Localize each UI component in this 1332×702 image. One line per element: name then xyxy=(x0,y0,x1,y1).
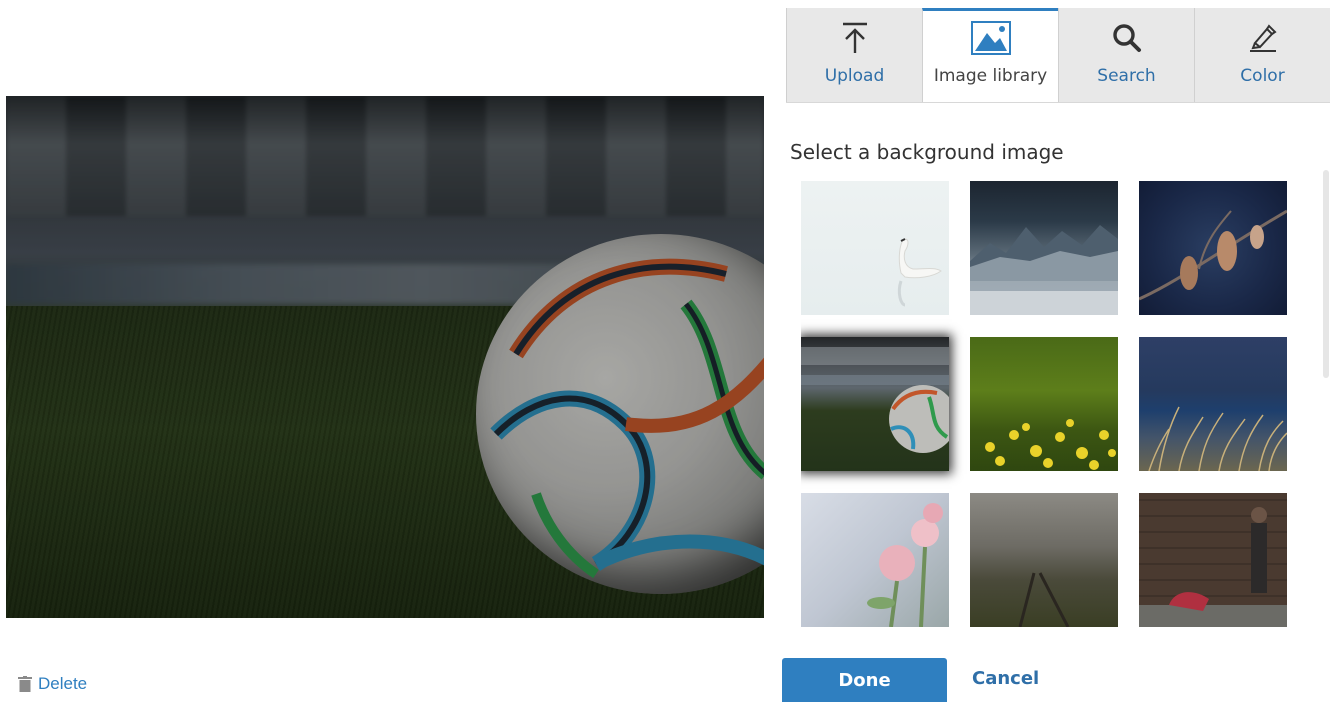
upload-icon xyxy=(842,18,868,58)
tab-upload-label: Upload xyxy=(824,66,885,86)
thumbnail-yellow-flowers[interactable] xyxy=(970,337,1118,471)
color-picker-icon xyxy=(1248,18,1278,58)
tab-color[interactable]: Color xyxy=(1194,8,1330,102)
tab-color-label: Color xyxy=(1240,66,1285,86)
tab-search[interactable]: Search xyxy=(1058,8,1194,102)
search-icon xyxy=(1112,18,1142,58)
thumbnail-roses[interactable] xyxy=(801,493,949,627)
cancel-button[interactable]: Cancel xyxy=(972,668,1039,689)
image-library-grid xyxy=(801,181,1301,627)
thumbnail-street-musician[interactable] xyxy=(1139,493,1287,627)
trash-icon xyxy=(18,676,32,692)
image-icon xyxy=(970,18,1011,58)
delete-label: Delete xyxy=(38,674,88,693)
thumbnail-soccer-ball[interactable] xyxy=(801,337,949,471)
thumbnail-flower-buds[interactable] xyxy=(1139,181,1287,315)
gallery-heading: Select a background image xyxy=(790,140,1064,164)
image-source-tabs: Upload Image library Search Color xyxy=(786,8,1330,103)
done-button[interactable]: Done xyxy=(782,658,947,702)
preview-dim-overlay xyxy=(6,96,764,618)
thumbnail-mountains[interactable] xyxy=(970,181,1118,315)
delete-button[interactable]: Delete xyxy=(18,672,87,696)
thumbnail-swan[interactable] xyxy=(801,181,949,315)
tab-search-label: Search xyxy=(1097,66,1156,86)
background-preview xyxy=(6,96,764,618)
tab-image-library-label: Image library xyxy=(933,66,1048,86)
tab-upload[interactable]: Upload xyxy=(786,8,922,102)
gallery-scrollbar[interactable] xyxy=(1323,170,1329,378)
thumbnail-railway[interactable] xyxy=(970,493,1118,627)
thumbnail-sea-grass[interactable] xyxy=(1139,337,1287,471)
tab-image-library[interactable]: Image library xyxy=(922,8,1058,102)
